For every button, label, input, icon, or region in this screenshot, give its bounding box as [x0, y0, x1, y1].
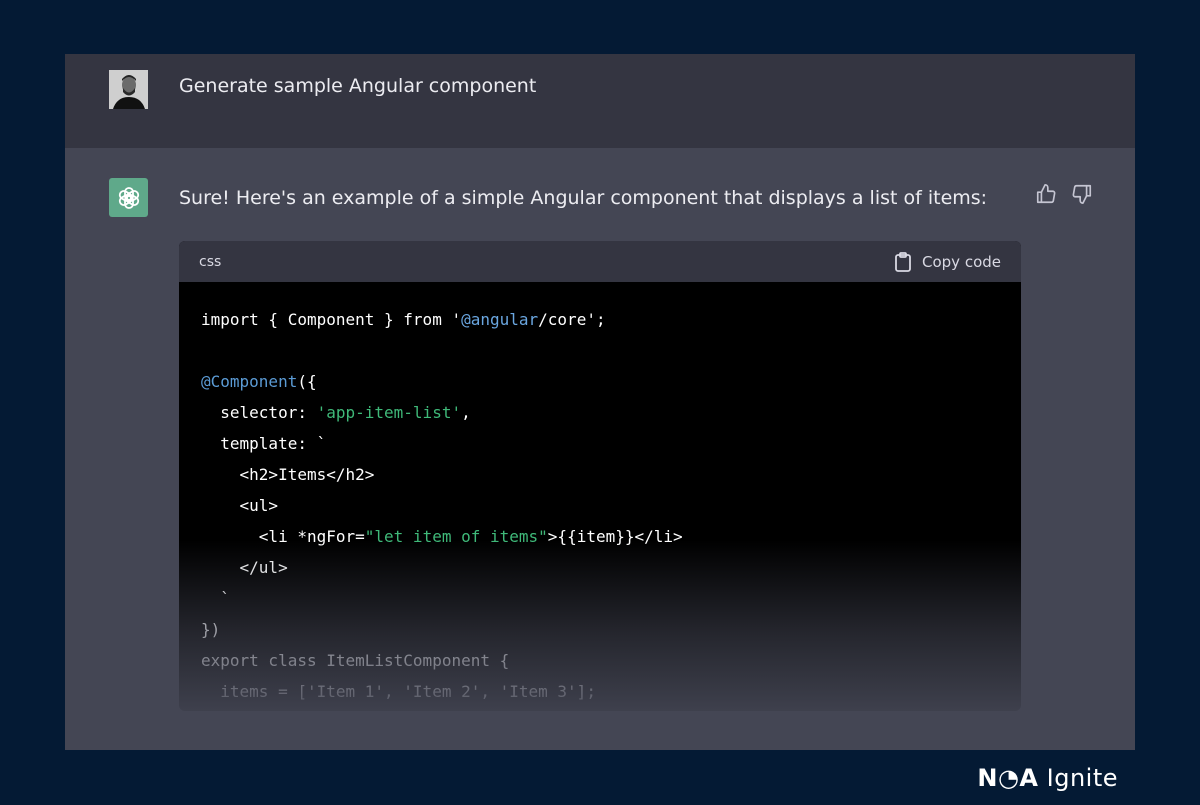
code-line: }) — [201, 614, 999, 645]
code-token: ` — [201, 589, 230, 608]
code-token: items = ['Item 1', 'Item 2', 'Item 3']; — [201, 682, 596, 701]
code-token: ({ — [297, 372, 317, 391]
user-avatar — [109, 70, 148, 109]
thumbs-down-icon[interactable] — [1071, 183, 1093, 205]
code-line: @Component({ — [201, 366, 999, 397]
code-line: import { Component } from '@angular/core… — [201, 304, 999, 335]
code-token: <ul> — [201, 496, 279, 515]
user-message-row: Generate sample Angular component — [65, 54, 1135, 148]
code-token: 'app-item-list' — [316, 403, 462, 422]
code-token: @angular — [461, 310, 539, 329]
code-token: /core'; — [538, 310, 606, 329]
code-token: selector: — [201, 403, 317, 422]
chat-panel: Generate sample Angular component Sure! … — [65, 54, 1135, 750]
code-token: "let item of items" — [364, 527, 548, 546]
copy-code-label: Copy code — [922, 253, 1001, 271]
brand-logo-light: Ignite — [1038, 764, 1118, 792]
code-token: >{{item}}</li> — [547, 527, 683, 546]
code-line: items = ['Item 1', 'Item 2', 'Item 3']; — [201, 676, 999, 707]
code-token: <li *ngFor= — [201, 527, 365, 546]
code-line: <li *ngFor="let item of items">{{item}}<… — [201, 521, 999, 552]
code-token: }) — [201, 620, 221, 639]
brand-logo-strong: N◔A — [977, 764, 1039, 792]
code-token: export class ItemListComponent { — [201, 651, 510, 670]
user-message-text: Generate sample Angular component — [179, 75, 537, 97]
code-line: </ul> — [201, 552, 999, 583]
code-header: css Copy code — [179, 241, 1021, 282]
code-block: css Copy code import { Component } from … — [179, 241, 1021, 711]
code-language-label: css — [199, 254, 222, 270]
code-line: <ul> — [201, 490, 999, 521]
code-line: export class ItemListComponent { — [201, 645, 999, 676]
brand-logo: N◔A Ignite — [977, 764, 1118, 792]
code-token: , — [461, 403, 471, 422]
clipboard-icon — [895, 252, 911, 272]
code-token: template: ` — [201, 434, 327, 453]
code-token: import { Component } from ' — [201, 310, 462, 329]
code-line: selector: 'app-item-list', — [201, 397, 999, 428]
openai-logo-icon — [109, 178, 148, 217]
code-token: @Component — [201, 372, 298, 391]
copy-code-button[interactable]: Copy code — [894, 251, 1001, 273]
code-line: <h2>Items</h2> — [201, 459, 999, 490]
assistant-message-row: Sure! Here's an example of a simple Angu… — [65, 148, 1135, 750]
code-line: template: ` — [201, 428, 999, 459]
assistant-message-text: Sure! Here's an example of a simple Angu… — [179, 187, 988, 209]
code-body[interactable]: import { Component } from '@angular/core… — [179, 282, 1021, 707]
thumbs-up-icon[interactable] — [1035, 183, 1057, 205]
code-token: </ul> — [201, 558, 288, 577]
code-token: <h2>Items</h2> — [201, 465, 375, 484]
code-line: ` — [201, 583, 999, 614]
